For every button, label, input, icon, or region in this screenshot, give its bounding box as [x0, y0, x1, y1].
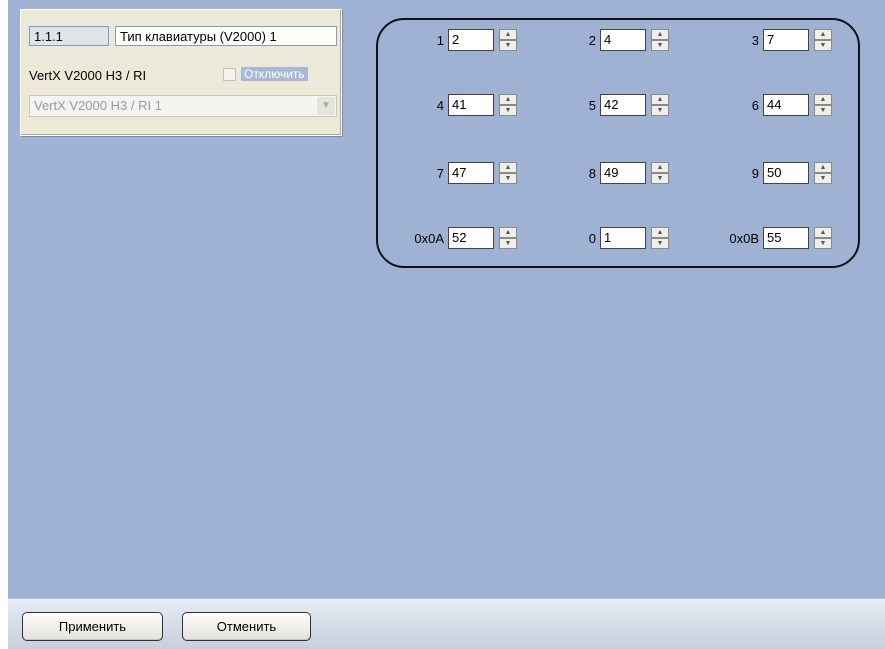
key-value-input[interactable]: 4 — [600, 29, 646, 51]
key-spinner[interactable]: ▲ ▼ — [499, 162, 517, 184]
key-value-input[interactable]: 2 — [448, 29, 494, 51]
arrow-up-icon[interactable]: ▲ — [499, 94, 517, 105]
device-group-box: 1.1.1 Тип клавиатуры (V2000) 1 VertX V20… — [20, 9, 342, 136]
key-value-input[interactable]: 50 — [763, 162, 809, 184]
key-code-1: 1 2 ▲ ▼ — [406, 29, 517, 51]
device-select[interactable]: VertX V2000 H3 / RI 1 ▼ — [29, 95, 337, 117]
key-code-0x0a: 0x0A 52 ▲ ▼ — [388, 227, 517, 249]
key-spinner[interactable]: ▲ ▼ — [814, 29, 832, 51]
key-code-2: 2 4 ▲ ▼ — [552, 29, 669, 51]
cancel-button[interactable]: Отменить — [182, 612, 311, 641]
key-value-input[interactable]: 47 — [448, 162, 494, 184]
arrow-down-icon[interactable]: ▼ — [814, 40, 832, 51]
apply-button[interactable]: Применить — [22, 612, 163, 641]
key-label: 7 — [436, 165, 444, 181]
key-code-0: 0 1 ▲ ▼ — [552, 227, 669, 249]
key-spinner[interactable]: ▲ ▼ — [499, 227, 517, 249]
key-label: 0x0A — [414, 230, 444, 246]
key-spinner[interactable]: ▲ ▼ — [651, 94, 669, 116]
arrow-down-icon[interactable]: ▼ — [499, 105, 517, 116]
key-spinner[interactable]: ▲ ▼ — [814, 94, 832, 116]
key-label: 3 — [751, 32, 759, 48]
key-code-4: 4 41 ▲ ▼ — [406, 94, 517, 116]
key-value-input[interactable]: 44 — [763, 94, 809, 116]
disable-checkbox[interactable] — [223, 67, 236, 81]
key-spinner[interactable]: ▲ ▼ — [651, 29, 669, 51]
arrow-down-icon[interactable]: ▼ — [499, 173, 517, 184]
key-spinner[interactable]: ▲ ▼ — [651, 227, 669, 249]
device-select-value: VertX V2000 H3 / RI 1 — [34, 98, 162, 113]
key-value-input[interactable]: 55 — [763, 227, 809, 249]
arrow-up-icon[interactable]: ▲ — [499, 29, 517, 40]
key-label: 5 — [588, 97, 596, 113]
arrow-up-icon[interactable]: ▲ — [499, 227, 517, 238]
arrow-down-icon[interactable]: ▼ — [499, 40, 517, 51]
arrow-down-icon[interactable]: ▼ — [814, 173, 832, 184]
arrow-down-icon[interactable]: ▼ — [499, 238, 517, 249]
arrow-down-icon[interactable]: ▼ — [651, 40, 669, 51]
chevron-down-icon[interactable]: ▼ — [317, 97, 335, 115]
key-label: 0x0B — [729, 230, 759, 246]
key-code-5: 5 42 ▲ ▼ — [552, 94, 669, 116]
key-value-input[interactable]: 52 — [448, 227, 494, 249]
arrow-down-icon[interactable]: ▼ — [651, 173, 669, 184]
settings-panel: 1.1.1 Тип клавиатуры (V2000) 1 VertX V20… — [8, 0, 885, 598]
key-spinner[interactable]: ▲ ▼ — [814, 227, 832, 249]
key-spinner[interactable]: ▲ ▼ — [499, 94, 517, 116]
key-label: 6 — [751, 97, 759, 113]
key-label: 4 — [436, 97, 444, 113]
arrow-up-icon[interactable]: ▲ — [651, 29, 669, 40]
arrow-up-icon[interactable]: ▲ — [814, 94, 832, 105]
arrow-up-icon[interactable]: ▲ — [814, 162, 832, 173]
key-value-input[interactable]: 41 — [448, 94, 494, 116]
model-label: VertX V2000 H3 / RI — [29, 68, 147, 83]
arrow-down-icon[interactable]: ▼ — [651, 238, 669, 249]
object-name-field[interactable]: Тип клавиатуры (V2000) 1 — [115, 26, 337, 46]
arrow-up-icon[interactable]: ▲ — [499, 162, 517, 173]
arrow-up-icon[interactable]: ▲ — [651, 94, 669, 105]
key-value-input[interactable]: 49 — [600, 162, 646, 184]
disable-checkbox-group[interactable]: Отключить — [223, 67, 308, 81]
arrow-up-icon[interactable]: ▲ — [651, 162, 669, 173]
key-spinner[interactable]: ▲ ▼ — [651, 162, 669, 184]
key-label: 9 — [751, 165, 759, 181]
key-code-0x0b: 0x0B 55 ▲ ▼ — [708, 227, 832, 249]
key-code-7: 7 47 ▲ ▼ — [406, 162, 517, 184]
key-code-6: 6 44 ▲ ▼ — [708, 94, 832, 116]
key-label: 1 — [436, 32, 444, 48]
key-code-3: 3 7 ▲ ▼ — [708, 29, 832, 51]
key-label: 2 — [588, 32, 596, 48]
key-value-input[interactable]: 1 — [600, 227, 646, 249]
arrow-up-icon[interactable]: ▲ — [651, 227, 669, 238]
arrow-down-icon[interactable]: ▼ — [651, 105, 669, 116]
arrow-down-icon[interactable]: ▼ — [814, 105, 832, 116]
object-id-field[interactable]: 1.1.1 — [29, 26, 109, 46]
key-code-8: 8 49 ▲ ▼ — [552, 162, 669, 184]
key-code-9: 9 50 ▲ ▼ — [708, 162, 832, 184]
key-label: 8 — [588, 165, 596, 181]
key-value-input[interactable]: 7 — [763, 29, 809, 51]
arrow-up-icon[interactable]: ▲ — [814, 29, 832, 40]
key-spinner[interactable]: ▲ ▼ — [814, 162, 832, 184]
key-spinner[interactable]: ▲ ▼ — [499, 29, 517, 51]
arrow-down-icon[interactable]: ▼ — [814, 238, 832, 249]
arrow-up-icon[interactable]: ▲ — [814, 227, 832, 238]
key-value-input[interactable]: 42 — [600, 94, 646, 116]
disable-checkbox-label: Отключить — [241, 67, 308, 81]
key-label: 0 — [588, 230, 596, 246]
